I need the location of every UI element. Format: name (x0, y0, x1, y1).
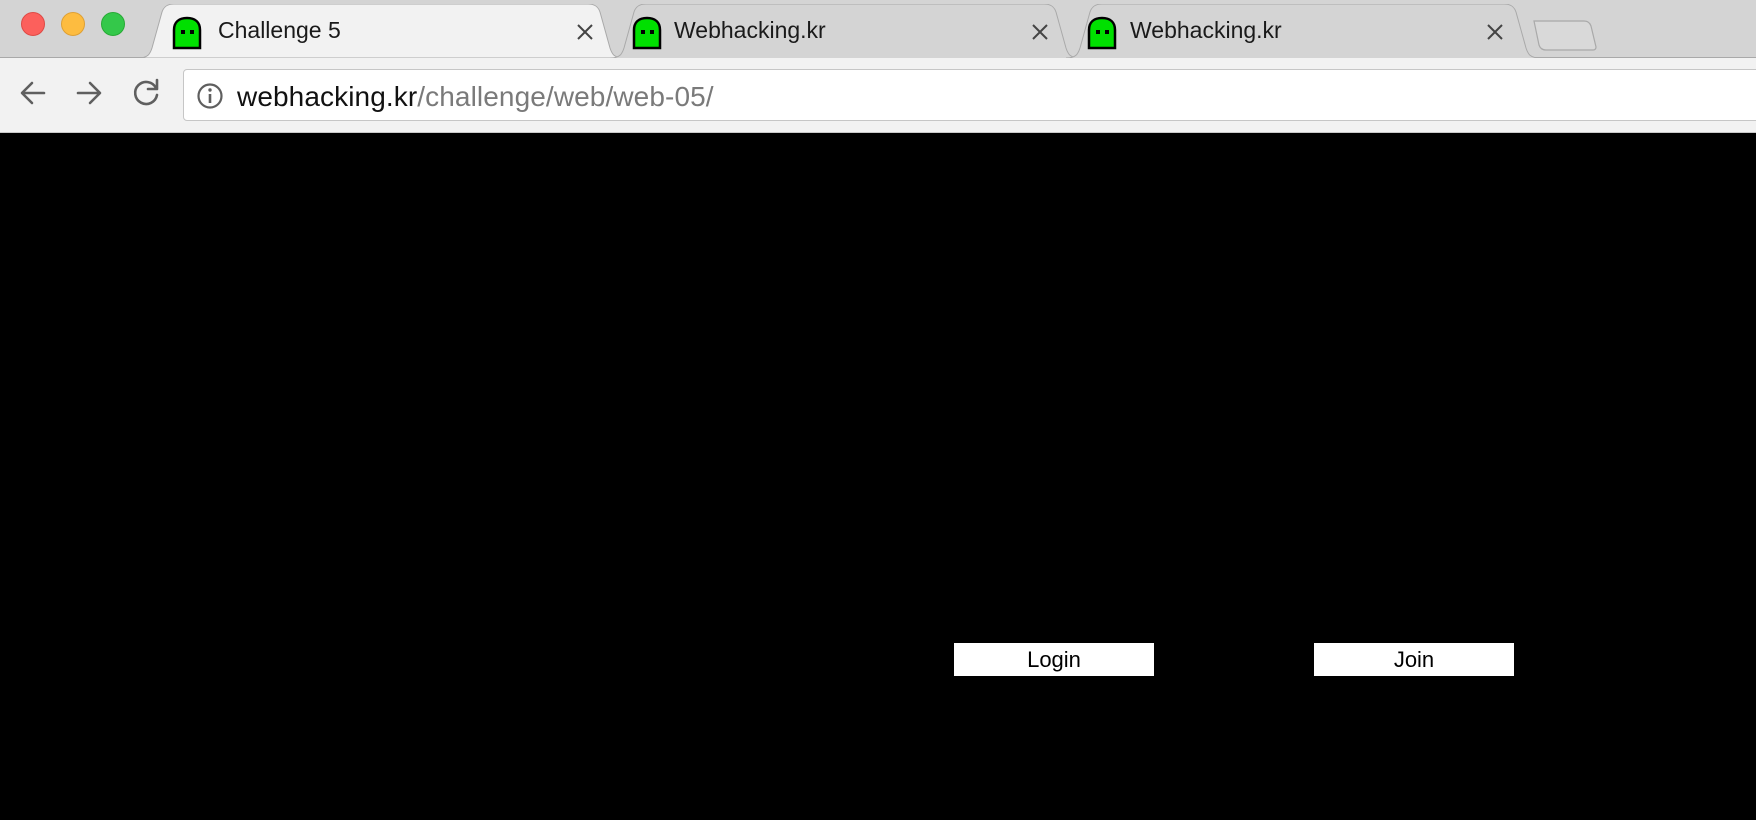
info-icon[interactable] (196, 82, 224, 110)
close-icon[interactable] (574, 21, 596, 43)
window-minimize-button[interactable] (61, 12, 85, 36)
tab-webhacking-2[interactable]: Webhacking.kr (1066, 4, 1540, 58)
url-path: /challenge/web/web-05/ (417, 81, 714, 112)
reload-icon[interactable] (129, 76, 163, 110)
green-ghost-icon (1087, 16, 1117, 50)
login-button[interactable]: Login (954, 643, 1154, 676)
tab-challenge-5[interactable]: Challenge 5 (138, 4, 624, 58)
back-arrow-icon[interactable] (16, 76, 50, 110)
green-ghost-icon (632, 16, 662, 50)
tab-webhacking-1[interactable]: Webhacking.kr (610, 4, 1080, 58)
forward-arrow-icon[interactable] (72, 76, 106, 110)
tab-title: Webhacking.kr (674, 17, 826, 43)
url-text[interactable]: webhacking.kr/challenge/web/web-05/ (237, 81, 714, 113)
close-icon[interactable] (1484, 21, 1506, 43)
browser-window: Challenge 5 Webhacking.kr Webhacking.kr … (0, 0, 1756, 820)
tab-title: Webhacking.kr (1130, 17, 1282, 43)
window-close-button[interactable] (21, 12, 45, 36)
tab-title: Challenge 5 (218, 17, 341, 43)
window-maximize-button[interactable] (101, 12, 125, 36)
browser-toolbar: webhacking.kr/challenge/web/web-05/ (0, 58, 1756, 133)
join-button[interactable]: Join (1314, 643, 1514, 676)
green-ghost-icon (172, 16, 202, 50)
tab-strip: Challenge 5 Webhacking.kr Webhacking.kr (0, 0, 1756, 58)
new-tab-button[interactable] (1532, 19, 1598, 51)
address-bar[interactable]: webhacking.kr/challenge/web/web-05/ (183, 69, 1756, 121)
close-icon[interactable] (1029, 21, 1051, 43)
page-content: Login Join (0, 133, 1756, 820)
url-host: webhacking.kr (237, 81, 418, 112)
